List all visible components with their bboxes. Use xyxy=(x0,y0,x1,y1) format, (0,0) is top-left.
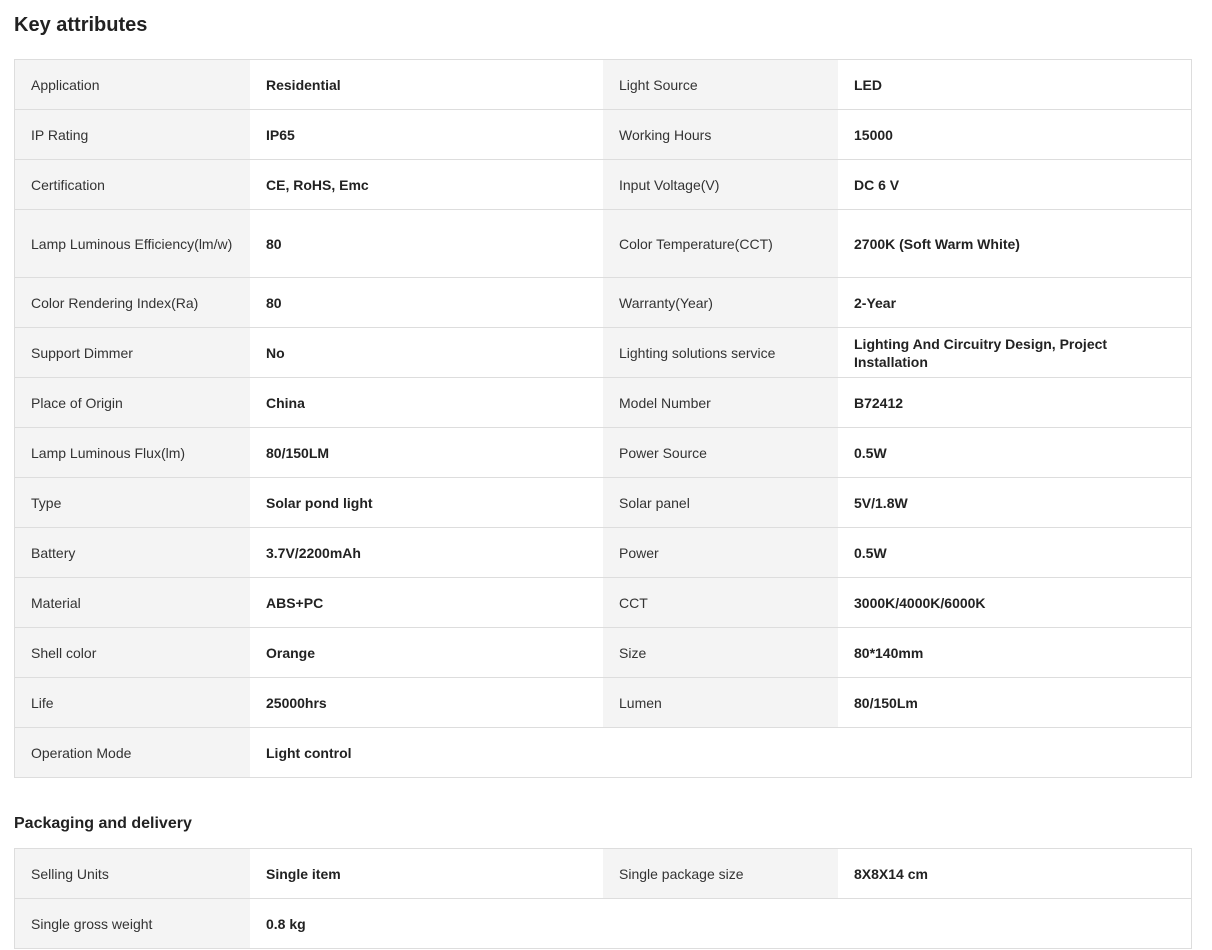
attribute-label: Certification xyxy=(15,160,250,209)
attribute-value: Lighting And Circuitry Design, Project I… xyxy=(838,328,1191,377)
attribute-value: 8X8X14 cm xyxy=(838,849,1191,898)
attribute-row: Material ABS+PC CCT 3000K/4000K/6000K xyxy=(15,578,1191,628)
attribute-row: Lamp Luminous Flux(lm) 80/150LM Power Sour… xyxy=(15,428,1191,478)
attribute-value: 0.8 kg xyxy=(250,899,603,948)
attribute-label: Battery xyxy=(15,528,250,577)
attribute-label: Color Temperature(CCT) xyxy=(603,210,838,277)
attribute-label: Size xyxy=(603,628,838,677)
attribute-value: Light control xyxy=(250,728,603,777)
attribute-label: Color Rendering Index(Ra) xyxy=(15,278,250,327)
attribute-value: China xyxy=(250,378,603,427)
attribute-row: Type Solar pond light Solar panel 5V/1.8W xyxy=(15,478,1191,528)
attribute-label: Material xyxy=(15,578,250,627)
attribute-row: Battery 3.7V/2200mAh Power 0.5W xyxy=(15,528,1191,578)
attribute-value: 80*140mm xyxy=(838,628,1191,677)
packaging-delivery-table: Selling Units Single item Single package s… xyxy=(14,848,1192,949)
attribute-row: Support Dimmer No Lighting solutions servi… xyxy=(15,328,1191,378)
attribute-value: 15000 xyxy=(838,110,1191,159)
attribute-label: Input Voltage(V) xyxy=(603,160,838,209)
attribute-value: 80 xyxy=(250,210,603,277)
attribute-value: Residential xyxy=(250,60,603,109)
attribute-label: Lamp Luminous Flux(lm) xyxy=(15,428,250,477)
attribute-label: Operation Mode xyxy=(15,728,250,777)
attribute-label: Place of Origin xyxy=(15,378,250,427)
key-attributes-table: Application Residential Light Source LED IP … xyxy=(14,59,1192,778)
attribute-label: Lighting solutions service xyxy=(603,328,838,377)
attribute-row: Operation Mode Light control xyxy=(15,728,1191,778)
attribute-value: ABS+PC xyxy=(250,578,603,627)
attribute-label: Type xyxy=(15,478,250,527)
empty-cell xyxy=(603,728,1191,777)
attribute-label: Support Dimmer xyxy=(15,328,250,377)
attribute-label: Solar panel xyxy=(603,478,838,527)
attribute-label: Application xyxy=(15,60,250,109)
attribute-row: Life 25000hrs Lumen 80/150Lm xyxy=(15,678,1191,728)
attribute-value: 2700K (Soft Warm White) xyxy=(838,210,1191,277)
attribute-row: Color Rendering Index(Ra) 80 Warranty(Year… xyxy=(15,278,1191,328)
attribute-label: CCT xyxy=(603,578,838,627)
attribute-label: Light Source xyxy=(603,60,838,109)
attribute-value: Solar pond light xyxy=(250,478,603,527)
attribute-value: 5V/1.8W xyxy=(838,478,1191,527)
attribute-row: Single gross weight 0.8 kg xyxy=(15,899,1191,949)
attribute-row: Application Residential Light Source LED xyxy=(15,60,1191,110)
attribute-value: B72412 xyxy=(838,378,1191,427)
attribute-value: CE, RoHS, Emc xyxy=(250,160,603,209)
attribute-label: Selling Units xyxy=(15,849,250,898)
attribute-value: Orange xyxy=(250,628,603,677)
attribute-value: 3.7V/2200mAh xyxy=(250,528,603,577)
attribute-value: IP65 xyxy=(250,110,603,159)
attribute-row: Certification CE, RoHS, Emc Input Voltage(… xyxy=(15,160,1191,210)
attribute-value: Single item xyxy=(250,849,603,898)
attribute-value: No xyxy=(250,328,603,377)
attribute-value: 2-Year xyxy=(838,278,1191,327)
attribute-label: Power Source xyxy=(603,428,838,477)
attribute-label: Power xyxy=(603,528,838,577)
attribute-value: 80/150LM xyxy=(250,428,603,477)
attribute-value: 3000K/4000K/6000K xyxy=(838,578,1191,627)
attribute-value: 0.5W xyxy=(838,528,1191,577)
attribute-label: Warranty(Year) xyxy=(603,278,838,327)
attribute-label: Single package size xyxy=(603,849,838,898)
attribute-label: Lumen xyxy=(603,678,838,727)
attribute-value: 25000hrs xyxy=(250,678,603,727)
attribute-row: Place of Origin China Model Number B72412 xyxy=(15,378,1191,428)
attribute-value: 0.5W xyxy=(838,428,1191,477)
packaging-delivery-heading: Packaging and delivery xyxy=(14,815,192,832)
attribute-row: Shell color Orange Size 80*140mm xyxy=(15,628,1191,678)
key-attributes-heading: Key attributes xyxy=(14,14,148,36)
attribute-value: DC 6 V xyxy=(838,160,1191,209)
attribute-row: IP Rating IP65 Working Hours 15000 xyxy=(15,110,1191,160)
attribute-value: LED xyxy=(838,60,1191,109)
attribute-label: Working Hours xyxy=(603,110,838,159)
attribute-row: Selling Units Single item Single package s… xyxy=(15,849,1191,899)
attribute-value: 80 xyxy=(250,278,603,327)
attribute-label: Model Number xyxy=(603,378,838,427)
attribute-label: Single gross weight xyxy=(15,899,250,948)
attribute-label: Life xyxy=(15,678,250,727)
attribute-label: Shell color xyxy=(15,628,250,677)
attribute-label: Lamp Luminous Efficiency(lm/w) xyxy=(15,210,250,277)
attribute-label: IP Rating xyxy=(15,110,250,159)
attribute-value: 80/150Lm xyxy=(838,678,1191,727)
attribute-row: Lamp Luminous Efficiency(lm/w) 80 Color Te… xyxy=(15,210,1191,278)
empty-cell xyxy=(603,899,1191,948)
